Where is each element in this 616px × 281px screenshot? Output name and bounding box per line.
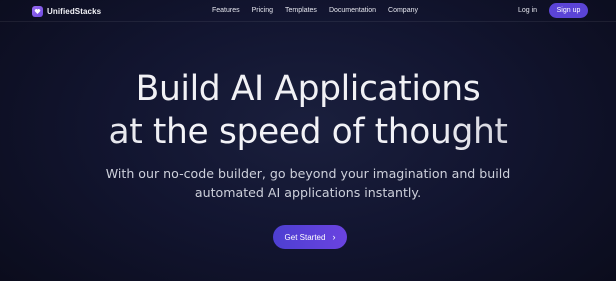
hero-subtitle-line2: automated AI applications instantly. [194, 185, 422, 200]
logo-icon [32, 5, 43, 17]
chevron-right-icon: › [332, 232, 336, 242]
nav-link-company[interactable]: Company [388, 6, 418, 16]
hero-title-line2: at the speed of thought [0, 113, 616, 151]
top-navigation: UnifiedStacks Features Pricing Templates… [0, 0, 616, 22]
hero-title-line1: Build AI Applications [135, 69, 481, 109]
get-started-button[interactable]: Get Started › [273, 225, 347, 249]
login-link[interactable]: Log in [518, 6, 537, 16]
brand-name: UnifiedStacks [47, 6, 102, 16]
nav-link-templates[interactable]: Templates [285, 6, 317, 16]
signup-button[interactable]: Sign up [549, 3, 588, 18]
nav-link-pricing[interactable]: Pricing [252, 6, 273, 16]
hero-subtitle-line1: With our no-code builder, go beyond your… [105, 166, 511, 181]
nav-link-documentation[interactable]: Documentation [329, 6, 376, 16]
get-started-label: Get Started [284, 232, 326, 242]
nav-link-features[interactable]: Features [212, 6, 240, 16]
nav-links: Features Pricing Templates Documentation… [212, 6, 430, 16]
brand[interactable]: UnifiedStacks [32, 4, 101, 18]
